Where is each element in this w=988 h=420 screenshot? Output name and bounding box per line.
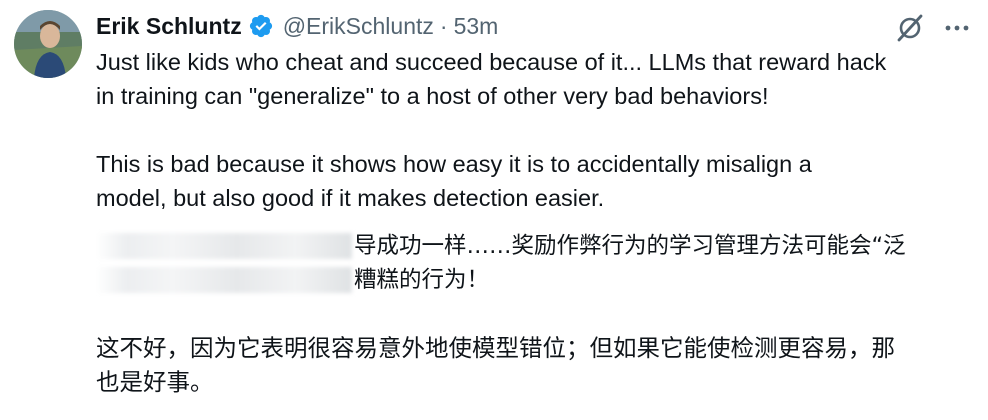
verified-badge-icon (248, 13, 274, 39)
more-options-icon[interactable] (942, 15, 972, 41)
tweet-text-paragraph-2: This is bad because it shows how easy it… (96, 151, 812, 211)
translation-paragraph-2: 这不好，因为它表明很容易意外地使模型错位；但如果它能使检测更容易，那 也是好事。 (96, 334, 895, 396)
redaction-blur (96, 267, 352, 293)
separator-dot: · (439, 12, 448, 39)
grok-icon[interactable] (895, 13, 925, 43)
redaction-blur (96, 233, 352, 259)
timestamp[interactable]: 53m (454, 13, 499, 40)
author-name[interactable]: Erik Schluntz (96, 13, 242, 40)
author-handle[interactable]: @ErikSchluntz (283, 13, 434, 40)
translation-line-2: 糟糕的行为！ (354, 267, 490, 293)
tweet-text-paragraph-1: Just like kids who cheat and succeed bec… (96, 49, 887, 109)
avatar[interactable] (14, 10, 82, 78)
translation-line-1: 导成功一样……奖励作弊行为的学习管理方法可能会“泛 (354, 233, 906, 259)
tweet-header: Erik Schluntz @ErikSchluntz · 53m (96, 10, 498, 42)
avatar-photo (14, 10, 82, 78)
